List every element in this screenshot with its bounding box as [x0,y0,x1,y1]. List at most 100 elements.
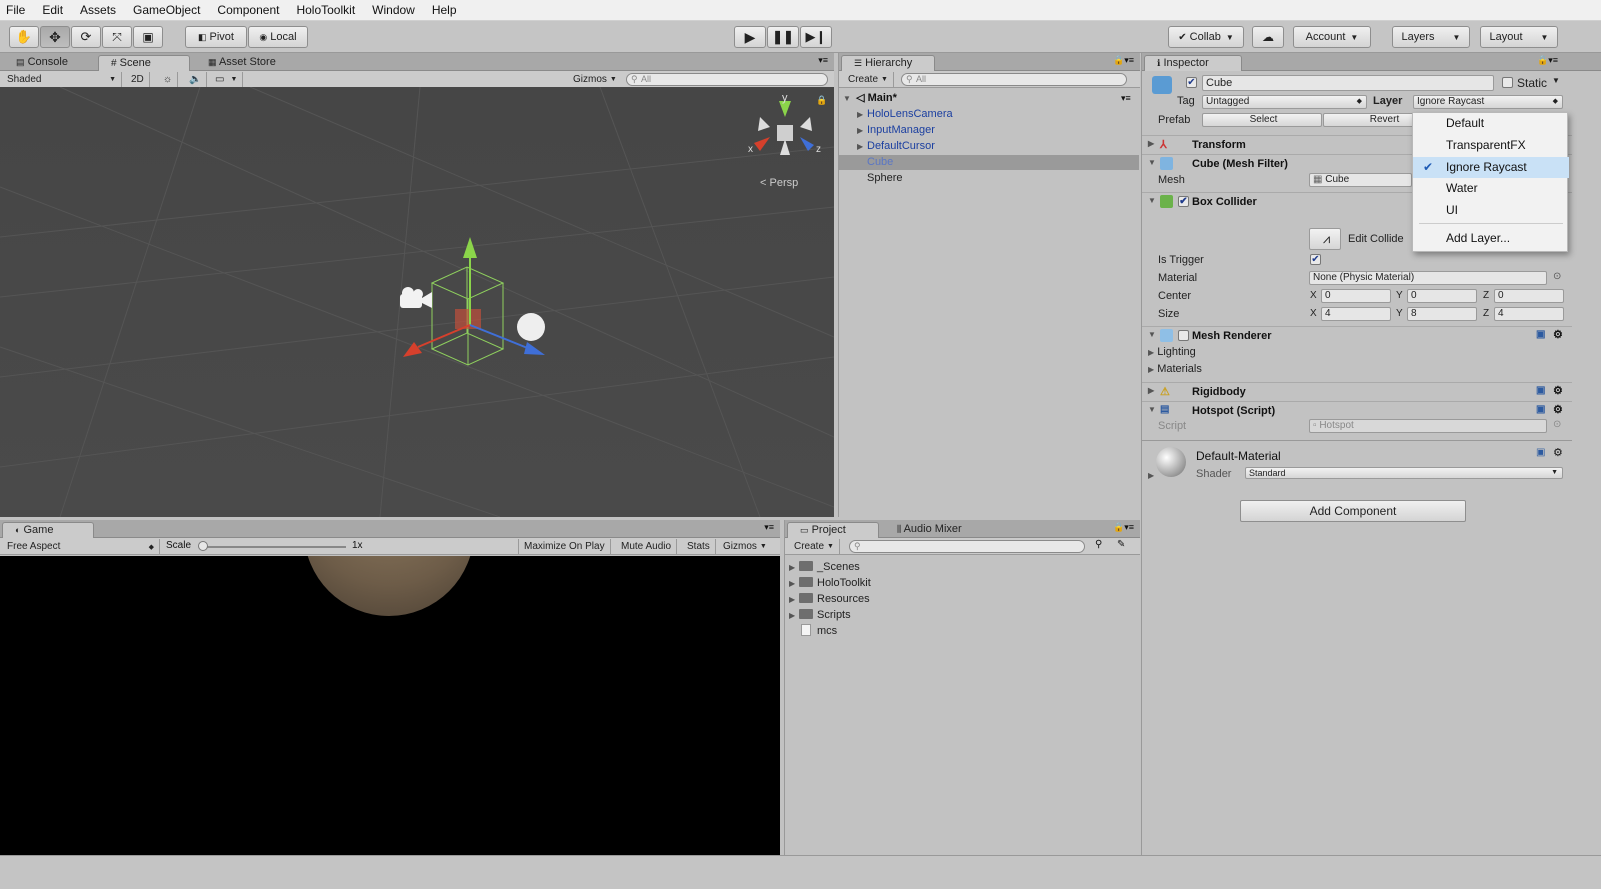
size-y-field[interactable]: 8 [1407,307,1477,321]
aspect-dropdown[interactable]: Free Aspect ◆ [2,539,160,554]
gear-icon[interactable]: ⚙ [1553,446,1563,459]
active-checkbox[interactable]: ✔ [1186,77,1197,88]
move-tool-button[interactable]: ✥ [40,26,70,48]
maximize-on-play-toggle[interactable]: Maximize On Play [518,539,611,554]
menu-gameobject[interactable]: GameObject [131,3,202,17]
prefab-select-button[interactable]: Select [1202,113,1322,127]
scene-search-input[interactable]: ⚲ All [626,73,828,86]
tab-project[interactable]: ▭ Project [787,522,879,538]
hierarchy-item[interactable]: Cube [839,155,1139,170]
object-name-field[interactable]: Cube [1202,75,1494,91]
lighting-toggle[interactable]: ☼ [158,72,179,87]
gear-icon[interactable]: ⚙ [1553,384,1563,397]
layers-dropdown[interactable]: Layers ▼ [1392,26,1470,48]
help-book-icon[interactable]: ▣ [1536,447,1545,458]
label-tag-icon[interactable]: ✎ [1117,539,1125,550]
is-trigger-checkbox[interactable]: ✔ [1310,254,1321,265]
collapse-arrow-icon[interactable]: ▶ [1148,471,1154,480]
hierarchy-create-dropdown[interactable]: Create ▼ [843,72,894,87]
lighting-foldout[interactable]: ▶ Lighting [1148,346,1196,358]
scene-menu-icon[interactable]: ▾≡ [1121,91,1131,106]
project-create-dropdown[interactable]: Create ▼ [789,539,840,554]
shading-mode-dropdown[interactable]: Shaded ▼ [2,72,122,87]
menu-window[interactable]: Window [370,3,417,17]
step-button[interactable]: ▶❙ [800,26,832,48]
box-collider-enabled-checkbox[interactable]: ✔ [1178,196,1189,207]
gear-icon[interactable]: ⚙ [1553,403,1563,416]
mute-audio-toggle[interactable]: Mute Audio [616,539,678,554]
menu-component[interactable]: Component [215,3,281,17]
cloud-button[interactable]: ☁ [1252,26,1284,48]
pause-button[interactable]: ❚❚ [767,26,799,48]
inspector-menu-icon[interactable]: 🔒▾≡ [1537,55,1558,66]
collapse-arrow-icon[interactable]: ▶ [857,107,867,122]
effects-dropdown[interactable]: ▭ ▼ [210,72,244,87]
rigidbody-header[interactable]: ▶ ⚠ Rigidbody ▣ ⚙ [1142,382,1572,400]
local-toggle[interactable]: ◉ Local [248,26,308,48]
scale-tool-button[interactable]: ⤧ [102,26,132,48]
rect-tool-button[interactable]: ▣ [133,26,163,48]
gear-icon[interactable]: ⚙ [1553,328,1563,341]
game-gizmos-dropdown[interactable]: Gizmos ▼ [718,539,772,554]
hierarchy-search-input[interactable]: ⚲ All [901,73,1127,86]
project-item[interactable]: ▶ HoloToolkit [789,576,871,591]
collapse-arrow-icon[interactable]: ▶ [789,608,799,623]
tab-audio-mixer[interactable]: ⫼ Audio Mixer [885,522,970,538]
hierarchy-item[interactable]: ▶ DefaultCursor [839,139,1139,154]
tag-dropdown[interactable]: Untagged ◆ [1202,95,1367,109]
scale-slider-thumb[interactable] [198,541,208,551]
static-dropdown-icon[interactable]: ▼ [1552,76,1560,85]
size-x-field[interactable]: 4 [1321,307,1391,321]
hotspot-script-header[interactable]: ▼ ▤ Hotspot (Script) ▣ ⚙ [1142,401,1572,419]
edit-collider-button[interactable]: ⩘ [1309,228,1341,250]
game-view[interactable] [0,556,780,855]
menu-assets[interactable]: Assets [78,3,118,17]
project-item[interactable]: ▶ Resources [789,592,870,607]
help-book-icon[interactable]: ▣ [1536,385,1545,396]
material-field[interactable]: None (Physic Material) [1309,271,1547,285]
help-book-icon[interactable]: ▣ [1536,329,1545,340]
menu-edit[interactable]: Edit [40,3,65,17]
audio-toggle[interactable]: 🔈 [184,72,208,87]
collapse-arrow-icon[interactable]: ▶ [789,576,799,591]
center-x-field[interactable]: 0 [1321,289,1391,303]
mesh-renderer-header[interactable]: ▼ Mesh Renderer ▣ ⚙ [1142,326,1572,344]
collapse-arrow-icon[interactable]: ▶ [789,560,799,575]
stats-toggle[interactable]: Stats [682,539,716,554]
project-menu-icon[interactable]: 🔒▾≡ [1113,522,1134,533]
collapse-arrow-icon[interactable]: ▶ [857,139,867,154]
hierarchy-item[interactable]: ▶ InputManager [839,123,1139,138]
filter-type-icon[interactable]: ⚲ [1095,539,1102,550]
2d-toggle[interactable]: 2D [126,72,150,87]
tab-scene[interactable]: # Scene [98,55,190,71]
pivot-toggle[interactable]: ◧ Pivot [185,26,247,48]
tab-game[interactable]: ◐ Game [2,522,94,538]
hierarchy-item[interactable]: Sphere [839,171,1139,186]
tab-hierarchy[interactable]: ☰ Hierarchy [841,55,935,71]
materials-foldout[interactable]: ▶ Materials [1148,363,1202,375]
play-button[interactable]: ▶ [734,26,766,48]
center-z-field[interactable]: 0 [1494,289,1564,303]
collapse-arrow-icon[interactable]: ▶ [857,123,867,138]
scene-gizmos-dropdown[interactable]: Gizmos ▼ [568,72,622,87]
lock-icon[interactable]: 🔒 [816,95,827,106]
menu-file[interactable]: File [4,3,27,17]
static-checkbox[interactable] [1502,77,1513,88]
scene-view[interactable]: y x z 🔒 < Persp [0,87,834,517]
shader-dropdown[interactable]: Standard ▼ [1245,467,1563,479]
hierarchy-menu-icon[interactable]: 🔒▾≡ [1113,55,1134,66]
project-search-input[interactable]: ⚲ [849,540,1085,553]
scale-slider-track[interactable] [200,546,346,548]
hierarchy-item[interactable]: ▶ HoloLensCamera [839,107,1139,122]
size-z-field[interactable]: 4 [1494,307,1564,321]
panel-menu-icon[interactable]: ▾≡ [818,55,828,66]
collab-dropdown[interactable]: ✔ Collab ▼ [1168,26,1244,48]
tab-console[interactable]: ▤ Console [4,55,76,71]
scene-root-row[interactable]: ▼ ◁ Main* ▾≡ [843,91,1143,106]
hand-tool-button[interactable]: ✋ [9,26,39,48]
layout-dropdown[interactable]: Layout ▼ [1480,26,1558,48]
layer-option-default[interactable]: Default [1413,113,1569,134]
tab-inspector[interactable]: ℹ Inspector [1144,55,1242,71]
game-menu-icon[interactable]: ▾≡ [764,522,774,533]
menu-help[interactable]: Help [430,3,459,17]
